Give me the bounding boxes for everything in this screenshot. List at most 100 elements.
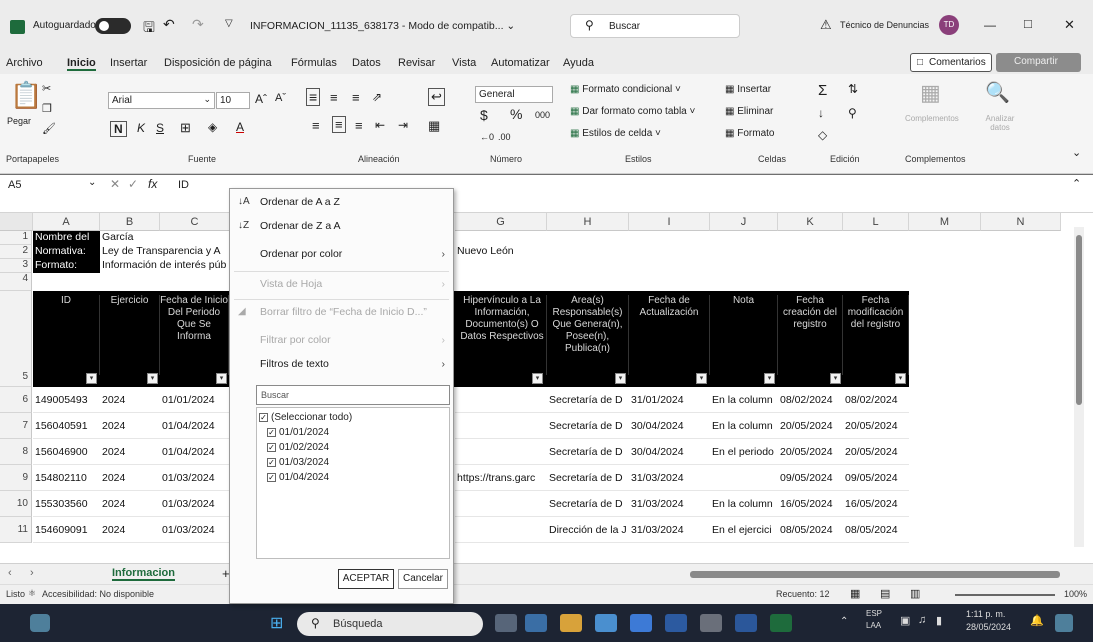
table-cell[interactable]: https://trans.garc: [455, 465, 547, 491]
function-icon[interactable]: fx: [148, 177, 157, 191]
row-header[interactable]: 6: [0, 387, 32, 413]
header-cell-nota[interactable]: Nota: [710, 295, 778, 375]
table-cell[interactable]: Secretaría de D: [547, 413, 629, 439]
filter-dropdown-icon[interactable]: ▾: [532, 373, 543, 384]
row-header[interactable]: 1: [0, 231, 32, 245]
value-cell[interactable]: Ley de Transparencia y A: [100, 245, 230, 259]
cancel-button[interactable]: Cancelar: [398, 569, 448, 589]
bold-icon[interactable]: N: [110, 121, 127, 137]
row-header[interactable]: 2: [0, 245, 32, 259]
tab-archivo[interactable]: Archivo: [6, 57, 43, 69]
filter-dropdown-icon[interactable]: ▾: [830, 373, 841, 384]
search-box[interactable]: ⚲ Buscar: [570, 14, 740, 38]
table-cell[interactable]: [455, 517, 547, 543]
table-cell[interactable]: 156046900: [33, 439, 100, 465]
format-cells-button[interactable]: ▦ Formato: [725, 128, 774, 139]
text-filters-item[interactable]: Filtros de texto ›: [230, 353, 453, 375]
namebox-chevron-icon[interactable]: ⌄: [88, 177, 96, 188]
redo-icon[interactable]: ↷: [192, 16, 204, 33]
table-cell[interactable]: 154609091: [33, 517, 100, 543]
sort-by-color-item[interactable]: Ordenar por color ›: [230, 243, 453, 265]
tab-insertar[interactable]: Insertar: [110, 57, 147, 69]
table-cell[interactable]: Secretaría de D: [547, 491, 629, 517]
tab-inicio[interactable]: Inicio: [67, 57, 96, 71]
filter-option[interactable]: ✓ 01/03/2024: [265, 455, 465, 470]
column-header[interactable]: J: [710, 213, 778, 231]
borders-icon[interactable]: ⊞: [180, 120, 191, 136]
insert-cells-button[interactable]: ▦ Insertar: [725, 84, 771, 95]
indent-decrease-icon[interactable]: ⇤: [375, 118, 385, 132]
clock-date[interactable]: 28/05/2024: [966, 622, 1011, 632]
format-as-table-button[interactable]: ▦ Dar formato como tabla ˅: [570, 106, 695, 117]
table-cell[interactable]: 09/05/2024: [778, 465, 843, 491]
column-header[interactable]: H: [547, 213, 629, 231]
worksheet-grid[interactable]: A B C G H I J K L M N 1 2 3 4 5 Nombre d…: [0, 213, 1093, 563]
copy-icon[interactable]: ❐: [42, 102, 52, 115]
avatar[interactable]: TD: [939, 15, 959, 35]
label-cell[interactable]: Normativa:: [33, 245, 100, 259]
table-cell[interactable]: 08/02/2024: [843, 387, 909, 413]
zoom-slider[interactable]: [955, 594, 1055, 596]
align-center-icon[interactable]: ≡: [332, 116, 346, 133]
horizontal-scrollbar[interactable]: [690, 571, 1060, 578]
tab-disposicion[interactable]: Disposición de página: [164, 57, 272, 69]
window-title[interactable]: INFORMACION_11135_638173 - Modo de compa…: [250, 20, 515, 32]
volume-icon[interactable]: ♫: [918, 614, 926, 626]
filter-dropdown-icon[interactable]: ▾: [764, 373, 775, 384]
conditional-format-button[interactable]: ▦ Formato condicional ˅: [570, 84, 681, 95]
store-icon[interactable]: [630, 614, 652, 632]
teams-icon[interactable]: [525, 614, 547, 632]
row-header[interactable]: 9: [0, 465, 32, 491]
battery-icon[interactable]: ▮: [936, 614, 942, 627]
vertical-scrollbar[interactable]: [1074, 227, 1084, 547]
value-cell[interactable]: Información de interés púb: [100, 259, 230, 273]
shrink-font-icon[interactable]: Aˇ: [275, 92, 286, 104]
tab-revisar[interactable]: Revisar: [398, 57, 435, 69]
fill-color-icon[interactable]: ◈: [208, 120, 217, 134]
table-cell[interactable]: Secretaría de D: [547, 387, 629, 413]
autosum-icon[interactable]: Σ: [818, 82, 827, 99]
save-icon[interactable]: 🖫: [143, 17, 155, 41]
column-header[interactable]: A: [33, 213, 100, 231]
table-cell[interactable]: En la column: [710, 387, 778, 413]
formula-input[interactable]: ID: [178, 179, 189, 191]
table-cell[interactable]: 01/04/2024: [160, 439, 230, 465]
increase-decimal-icon[interactable]: ←0: [480, 132, 494, 142]
label-cell[interactable]: Nombre del: [33, 231, 100, 245]
clear-icon[interactable]: ◇: [818, 128, 827, 142]
sort-a-z-item[interactable]: ↓A Ordenar de A a Z: [230, 191, 453, 213]
table-cell[interactable]: [455, 413, 547, 439]
analyze-data-icon[interactable]: 🔍: [985, 80, 1010, 105]
tab-ayuda[interactable]: Ayuda: [563, 57, 594, 69]
taskbar-search[interactable]: ⚲ Búsqueda: [297, 612, 483, 636]
accessibility-icon[interactable]: ⚛: [28, 588, 36, 599]
notification-icon[interactable]: 🔔: [1030, 614, 1044, 627]
table-cell[interactable]: Secretaría de D: [547, 465, 629, 491]
header-cell-id[interactable]: ID: [33, 295, 100, 375]
tab-datos[interactable]: Datos: [352, 57, 381, 69]
table-cell[interactable]: 2024: [100, 387, 160, 413]
table-cell[interactable]: 154802110: [33, 465, 100, 491]
paste-label[interactable]: Pegar: [7, 116, 31, 126]
warning-icon[interactable]: ⚠: [820, 17, 832, 33]
table-cell[interactable]: 20/05/2024: [843, 439, 909, 465]
tray-chevron-icon[interactable]: ⌃: [840, 616, 848, 627]
number-format-select[interactable]: General: [475, 86, 553, 103]
table-cell[interactable]: 2024: [100, 491, 160, 517]
tab-vista[interactable]: Vista: [452, 57, 476, 69]
column-header[interactable]: I: [629, 213, 710, 231]
user-name[interactable]: Técnico de Denuncias: [840, 20, 929, 30]
vertical-scroll-thumb[interactable]: [1076, 235, 1082, 405]
filter-option[interactable]: ✓ 01/01/2024: [265, 425, 465, 440]
table-cell[interactable]: [455, 491, 547, 517]
align-bottom-icon[interactable]: ≡: [352, 90, 360, 105]
underline-icon[interactable]: S: [156, 121, 164, 135]
sort-filter-icon[interactable]: ⇅: [848, 82, 858, 96]
excel-taskbar-icon[interactable]: [770, 614, 792, 632]
header-cell-fecha-inicio[interactable]: Fecha de Inicio Del Periodo Que Se Infor…: [160, 295, 229, 375]
table-cell[interactable]: 31/03/2024: [629, 491, 710, 517]
table-cell[interactable]: 01/03/2024: [160, 517, 230, 543]
close-button[interactable]: ✕: [1064, 17, 1075, 33]
row-header[interactable]: 10: [0, 491, 32, 517]
undo-icon[interactable]: ↶: [163, 16, 175, 33]
